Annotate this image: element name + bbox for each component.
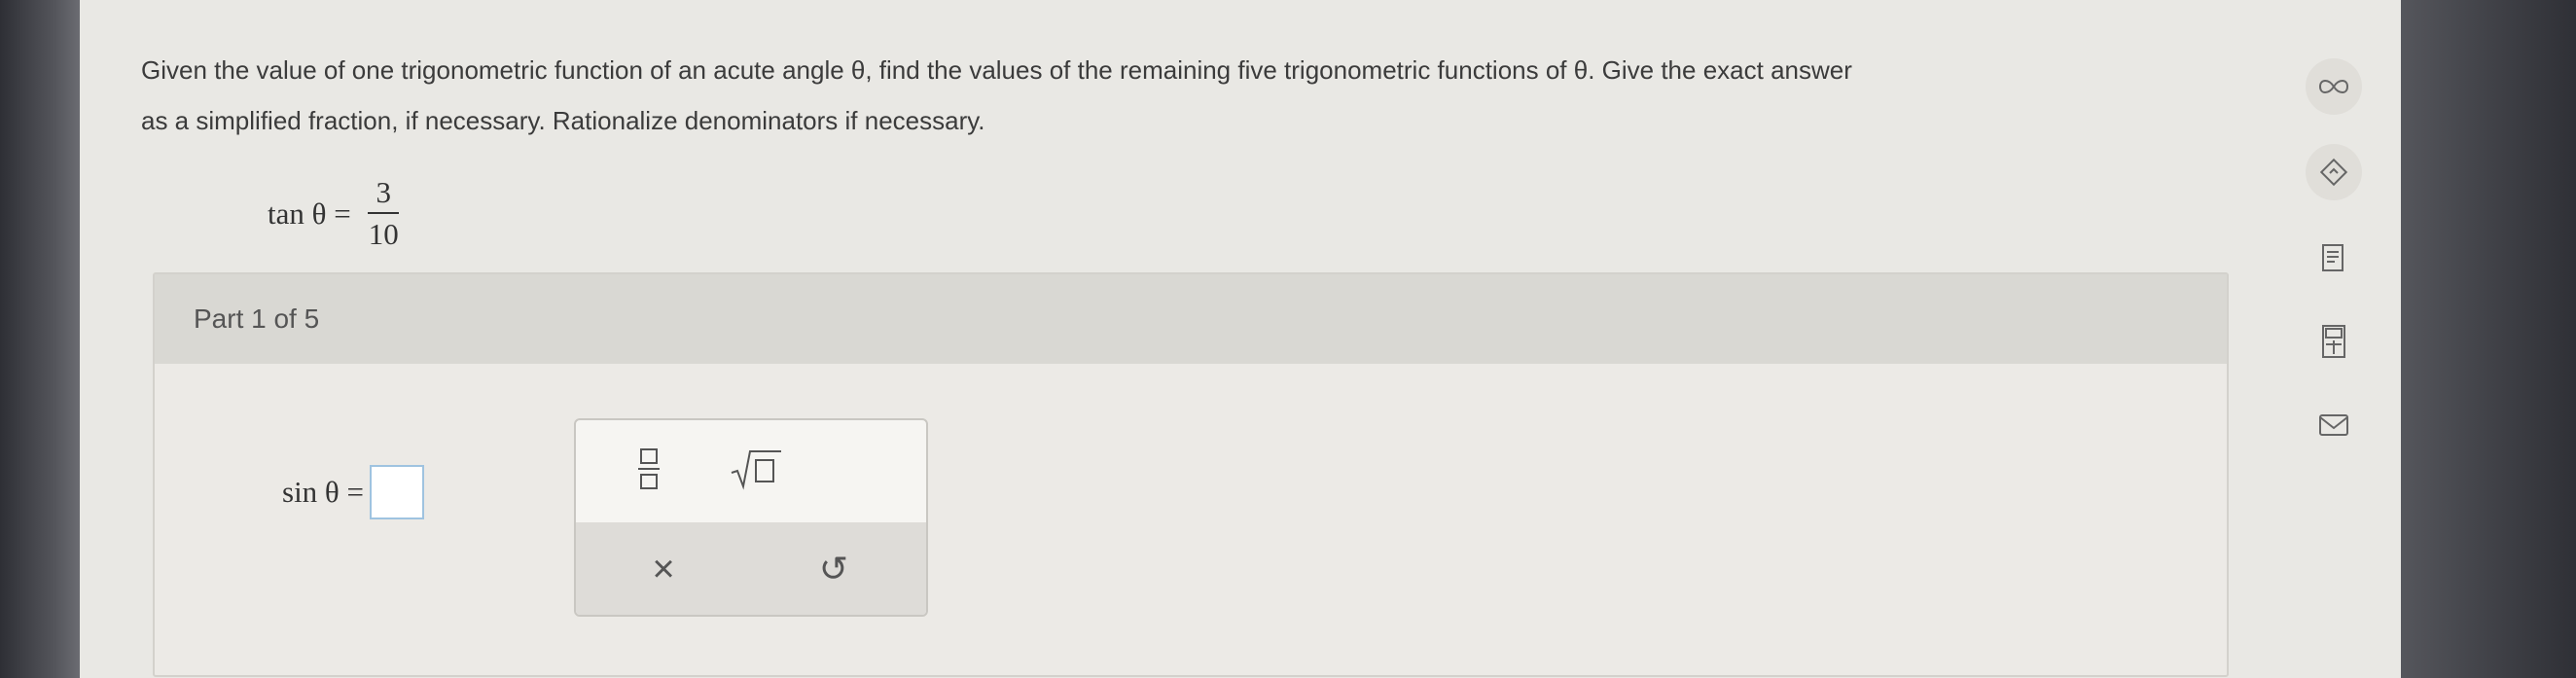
question-line-2: as a simplified fraction, if necessary. … xyxy=(141,106,985,135)
part-header: Part 1 of 5 xyxy=(155,274,2227,364)
palette-bottom-row: × ↺ xyxy=(576,522,926,615)
given-numerator: 3 xyxy=(368,173,399,214)
given-fraction: 3 10 xyxy=(361,173,407,255)
given-denominator: 10 xyxy=(368,217,399,251)
screen-bezel-left xyxy=(0,0,80,678)
calculator-icon xyxy=(2322,325,2345,358)
question-text: Given the value of one trigonometric fun… xyxy=(141,45,2252,146)
mail-icon xyxy=(2319,414,2348,436)
side-button-document[interactable] xyxy=(2306,230,2362,286)
answer-line: sin θ = xyxy=(282,465,425,519)
answer-lhs: sin θ = xyxy=(282,475,365,509)
part-card: Part 1 of 5 xyxy=(153,272,2229,677)
document-icon xyxy=(2322,244,2343,271)
infinity-icon xyxy=(2318,80,2349,93)
given-expression: tan θ = 3 10 xyxy=(268,165,407,263)
undo-button[interactable]: ↺ xyxy=(805,540,863,598)
tag-icon xyxy=(2319,158,2348,187)
fraction-icon xyxy=(638,448,660,489)
sqrt-button[interactable] xyxy=(717,440,795,498)
side-button-infinity[interactable] xyxy=(2306,58,2362,115)
given-lhs: tan θ = xyxy=(268,196,351,231)
clear-button[interactable]: × xyxy=(634,540,693,598)
undo-icon: ↺ xyxy=(818,549,849,589)
part-label: Part 1 of 5 xyxy=(194,303,320,334)
side-button-calculator[interactable] xyxy=(2306,313,2362,370)
math-palette: × ↺ xyxy=(574,418,928,617)
close-icon: × xyxy=(652,547,675,590)
answer-input-box[interactable] xyxy=(370,465,425,519)
side-button-mail[interactable] xyxy=(2306,397,2362,453)
sqrt-icon xyxy=(731,450,781,490)
question-line-1: Given the value of one trigonometric fun… xyxy=(141,55,1852,85)
side-button-tag[interactable] xyxy=(2306,144,2362,200)
fraction-button[interactable] xyxy=(615,440,683,498)
palette-top-row xyxy=(576,420,926,517)
screen-bezel-right xyxy=(2401,0,2576,678)
